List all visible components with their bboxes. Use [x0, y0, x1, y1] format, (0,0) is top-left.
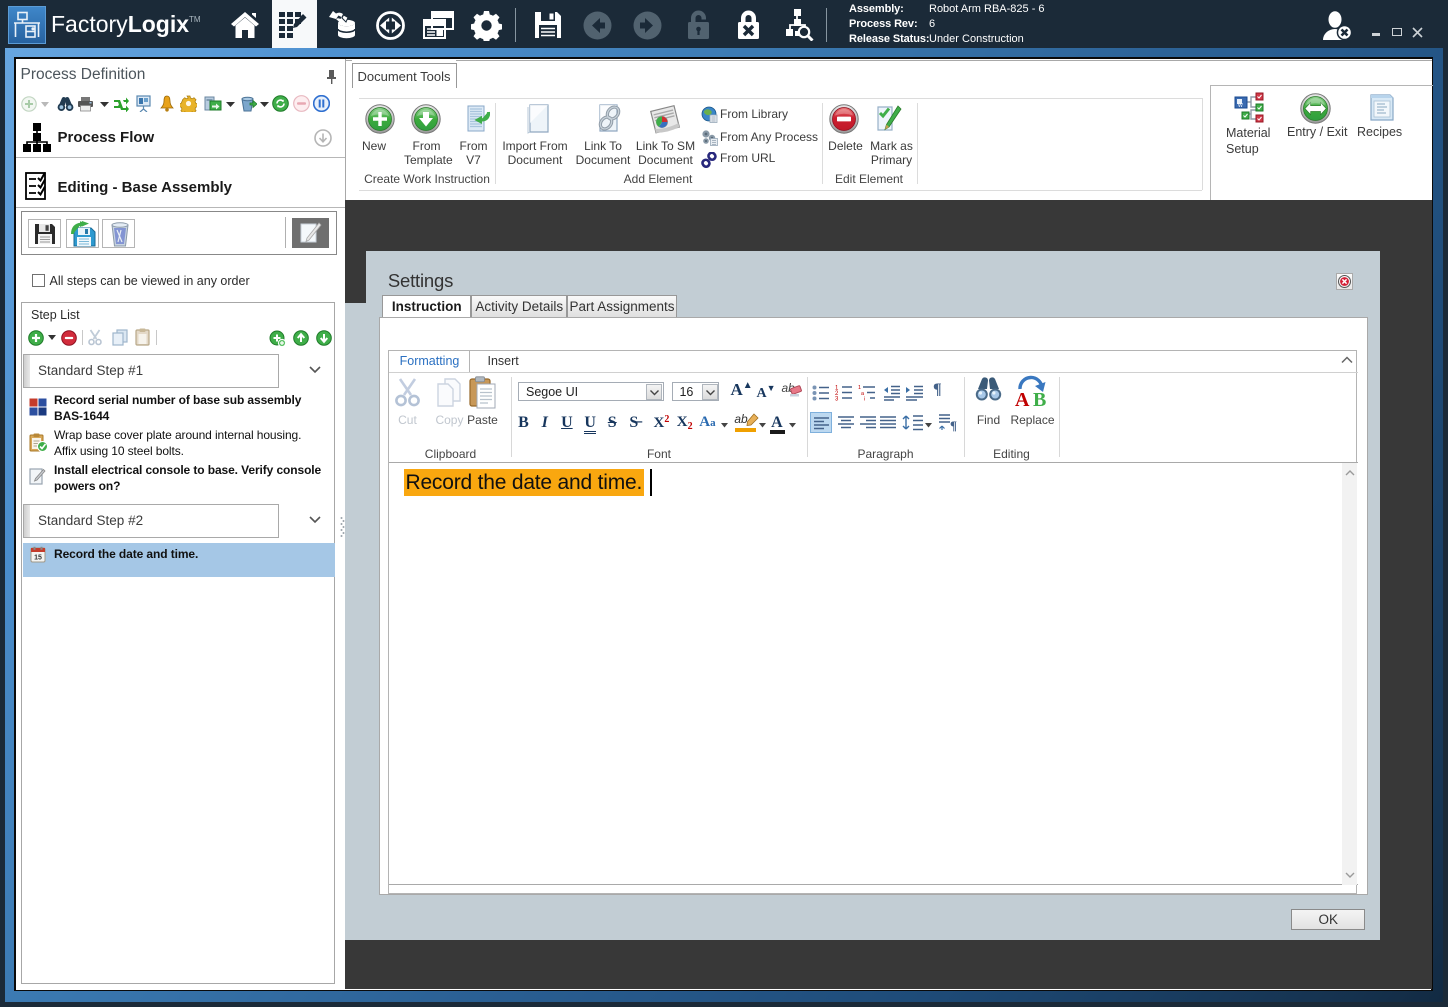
svg-text:B: B — [1033, 389, 1046, 409]
svg-text:15: 15 — [34, 555, 42, 562]
svg-text:¶: ¶ — [950, 418, 957, 432]
svg-text:i: i — [864, 397, 865, 402]
svg-text:W: W — [1238, 103, 1243, 109]
svg-text:3: 3 — [835, 397, 839, 402]
svg-text:A: A — [1015, 389, 1030, 409]
